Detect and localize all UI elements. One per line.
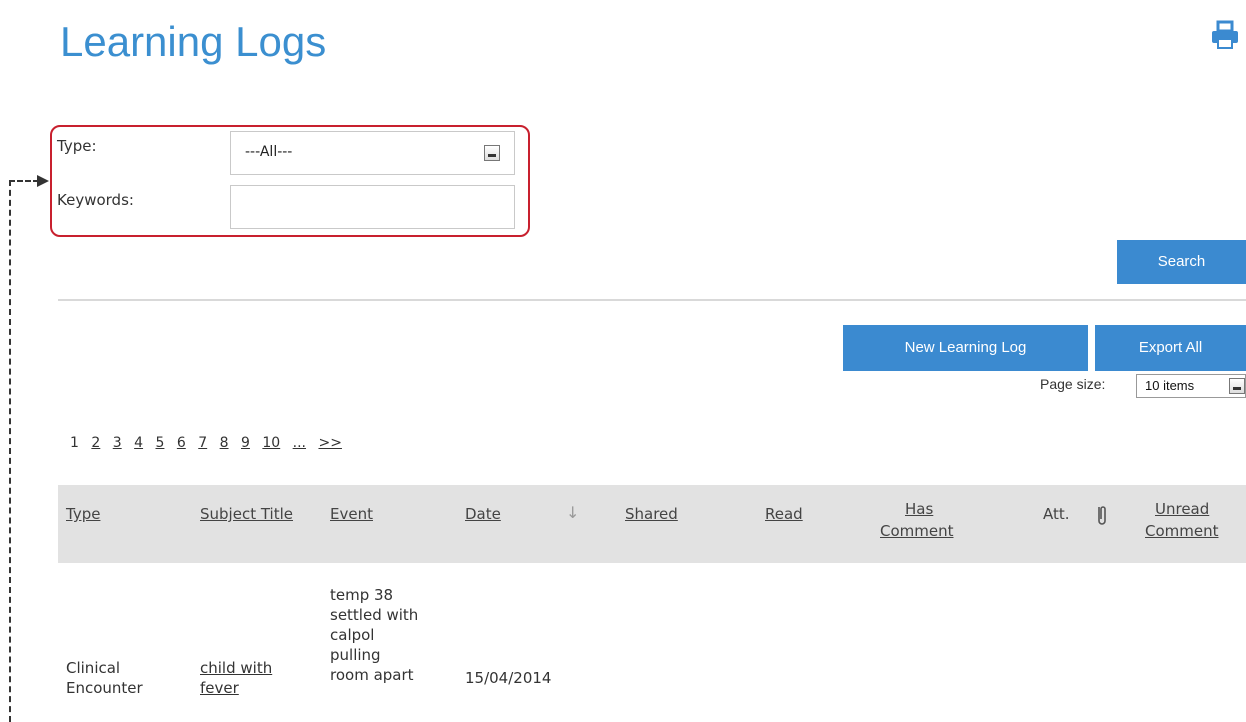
- table-header: [58, 485, 1246, 563]
- annotation-line: [9, 180, 11, 722]
- cell-subject-link[interactable]: fever: [200, 678, 239, 698]
- type-label: Type:: [57, 137, 97, 155]
- page-link[interactable]: 9: [241, 435, 250, 451]
- page-link[interactable]: 7: [198, 435, 207, 451]
- page-size-value: 10 items: [1145, 378, 1195, 393]
- page-link[interactable]: 5: [156, 435, 165, 451]
- keywords-input[interactable]: [230, 185, 515, 229]
- column-header-shared[interactable]: Shared: [625, 505, 678, 523]
- cell-event: calpol: [330, 626, 375, 644]
- cell-subject-link[interactable]: child with: [200, 658, 272, 678]
- export-all-button[interactable]: Export All: [1095, 325, 1246, 371]
- column-header-att: Att.: [1043, 505, 1070, 523]
- paperclip-icon: [1098, 506, 1106, 525]
- column-header-has-comment[interactable]: Comment: [880, 522, 954, 540]
- column-header-type[interactable]: Type: [66, 505, 100, 523]
- print-icon[interactable]: [1210, 20, 1240, 50]
- cell-event: settled with: [330, 606, 419, 624]
- page-link[interactable]: 6: [177, 435, 186, 451]
- column-header-subject-title[interactable]: Subject Title: [200, 505, 293, 523]
- annotation-line: [9, 180, 39, 182]
- page-title: Learning Logs: [60, 18, 327, 65]
- cell-date: 15/04/2014: [465, 669, 552, 687]
- page-size-select[interactable]: 10 items: [1136, 374, 1246, 398]
- type-select-value: ---All---: [245, 144, 293, 160]
- cell-type: Encounter: [66, 679, 143, 697]
- new-learning-log-button[interactable]: New Learning Log: [843, 325, 1088, 371]
- sort-down-icon: ↓: [566, 503, 580, 522]
- keywords-label: Keywords:: [57, 191, 134, 209]
- page-link[interactable]: 4: [134, 435, 143, 451]
- search-button[interactable]: Search: [1117, 240, 1246, 284]
- cell-event: pulling: [330, 646, 381, 664]
- type-select[interactable]: ---All---: [230, 131, 515, 175]
- page-link[interactable]: 3: [113, 435, 122, 451]
- cell-event: temp 38: [330, 586, 394, 604]
- chevron-down-icon[interactable]: [484, 145, 500, 161]
- page-link[interactable]: 8: [220, 435, 229, 451]
- page-size-label: Page size:: [1040, 376, 1106, 392]
- column-header-date[interactable]: Date: [465, 505, 501, 523]
- cell-event: room apart: [330, 666, 414, 684]
- page-link[interactable]: 2: [91, 435, 100, 451]
- cell-type: Clinical: [66, 659, 121, 677]
- page-link-next[interactable]: >>: [318, 435, 341, 451]
- column-header-unread-comment[interactable]: Comment: [1145, 522, 1219, 540]
- page-current: 1: [70, 435, 79, 451]
- annotation-arrow-icon: [37, 175, 49, 187]
- chevron-down-icon[interactable]: [1229, 378, 1245, 394]
- pagination: 1 2 3 4 5 6 7 8 9 10 ... >>: [70, 435, 350, 451]
- column-header-event[interactable]: Event: [330, 505, 373, 523]
- divider: [58, 299, 1246, 301]
- column-header-unread-comment[interactable]: Unread: [1155, 500, 1209, 518]
- page-link[interactable]: 10: [262, 435, 280, 451]
- page-link-ellipsis[interactable]: ...: [293, 435, 306, 451]
- column-header-read[interactable]: Read: [765, 505, 803, 523]
- column-header-has-comment[interactable]: Has: [905, 500, 933, 518]
